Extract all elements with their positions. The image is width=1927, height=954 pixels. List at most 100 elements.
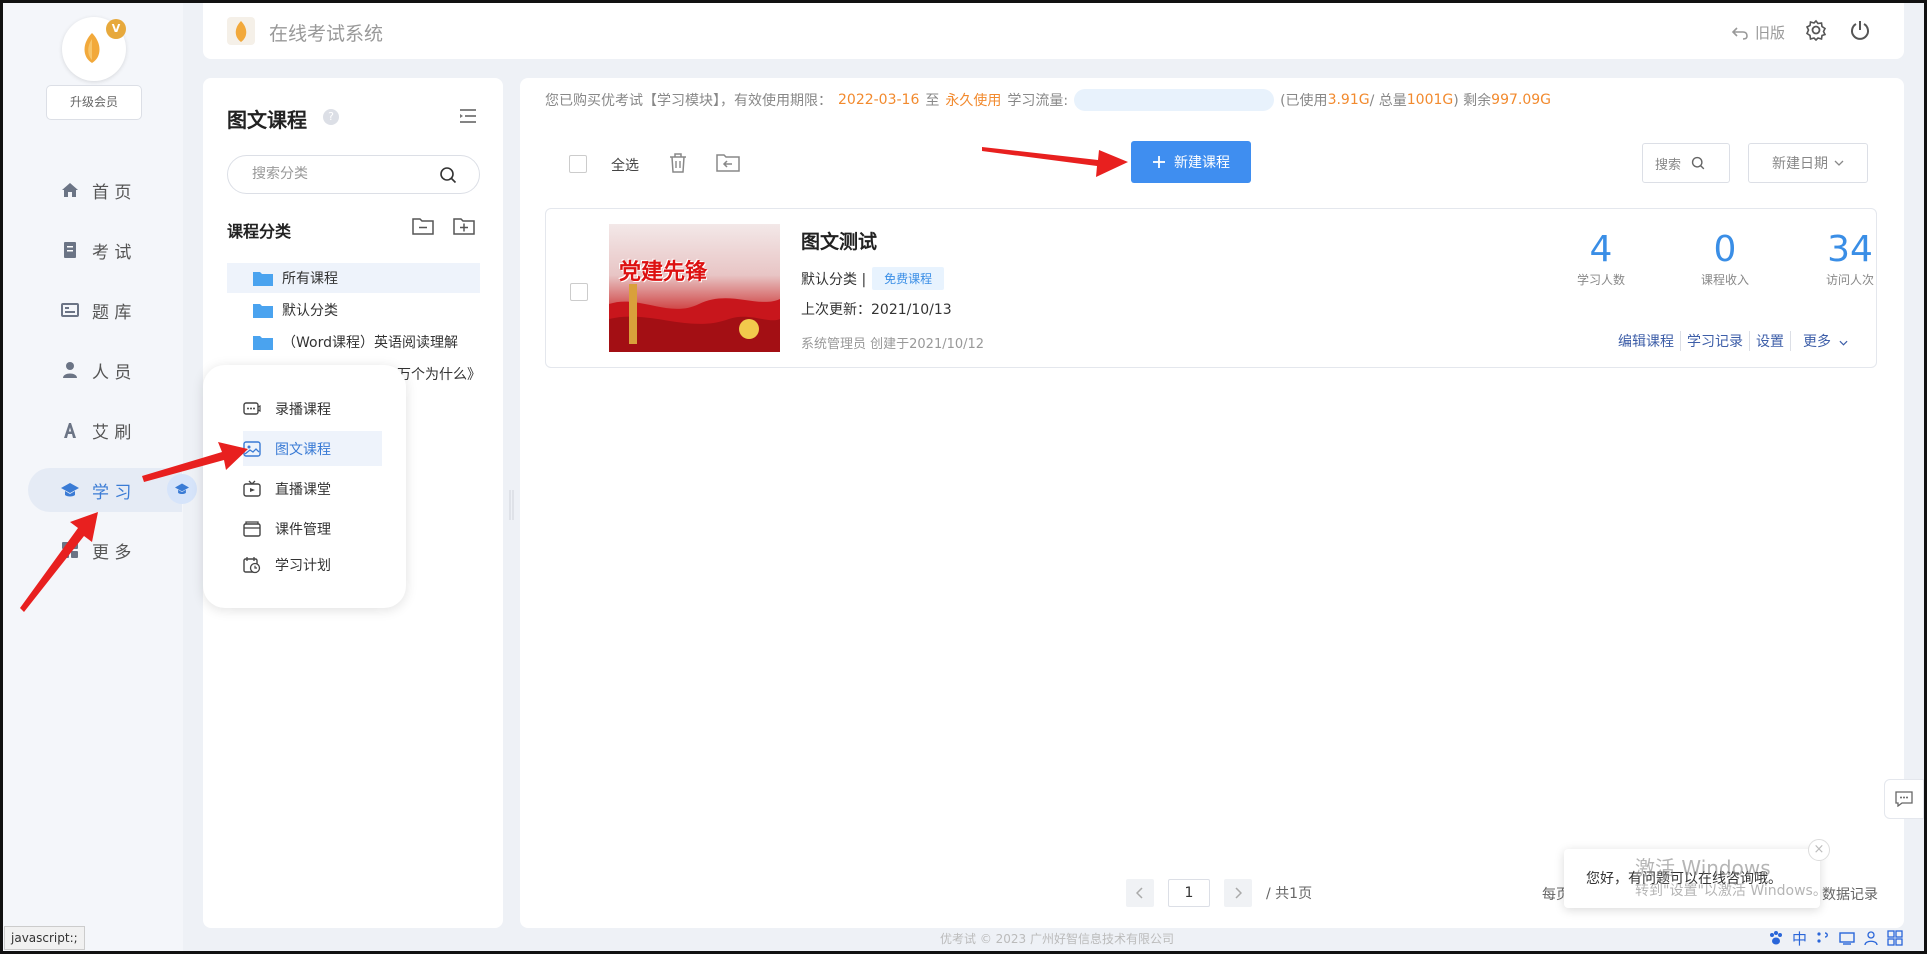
search-icon[interactable] [439,166,457,184]
ime-chinese-toggle[interactable]: 中 [1792,928,1807,949]
notice-used-prefix: (已使用 [1280,93,1328,109]
grid-icon[interactable] [1887,930,1903,946]
vip-crown-icon: V [106,19,126,39]
menu-item-live-class[interactable]: 直播课堂 [243,471,382,506]
tree-item-word-english[interactable]: （Word课程）英语阅读理解 [227,327,480,357]
study-hat-badge-icon [167,474,197,504]
notice-traffic-label: 学习流量: [1007,93,1069,109]
course-title[interactable]: 图文测试 [801,227,877,254]
nav-item-label: 题 库 [92,302,132,323]
study-plan-icon [243,556,261,573]
paw-icon[interactable] [1768,930,1784,946]
pagination: 1 / 共1页 [1126,879,1312,907]
data-record-link[interactable]: 数据记录 [1822,884,1878,904]
nav-item-personnel[interactable]: 人 员 [28,348,182,392]
panel-resize-handle[interactable] [508,490,516,520]
nav-item-study[interactable]: 学 习 [28,468,182,512]
chevron-left-icon [1136,887,1143,899]
keyboard-icon[interactable] [1839,930,1855,946]
tree-item-label: 所有课程 [282,271,338,287]
notice-remain-prefix: ) 剩余 [1453,93,1492,109]
gear-icon[interactable] [1805,19,1827,41]
nav-item-aishua[interactable]: 艾 刷 [28,408,182,452]
nav-item-question-bank[interactable]: 题 库 [28,288,182,332]
edit-course-link[interactable]: 编辑课程 [1612,331,1680,351]
menu-item-study-plan[interactable]: 学习计划 [243,547,382,582]
tree-item-default[interactable]: 默认分类 [227,295,480,325]
select-all-checkbox[interactable] [569,155,587,173]
help-icon[interactable]: ? [323,109,339,125]
stat-learners: 4 学习人数 [1546,229,1656,288]
nav-item-exam[interactable]: 考 试 [28,228,182,272]
folder-icon [253,304,273,318]
next-page-button[interactable] [1224,879,1252,907]
folder-minus-icon[interactable] [412,216,434,236]
main-panel: 您已购买优考试【学习模块】，有效使用期限： 2022-03-16 至 永久使用 … [520,78,1904,928]
windows-activation-watermark: 激活 Windows [1635,856,1771,880]
close-icon[interactable]: × [1808,839,1830,861]
course-search-button[interactable]: 搜索 [1642,143,1730,183]
folder-icon [253,272,273,286]
person-icon [60,360,80,380]
menu-item-label: 录播课程 [275,401,331,418]
collapse-menu-icon[interactable] [458,106,478,126]
side-chat-button[interactable] [1884,779,1924,819]
notice-used: 3.91G [1327,92,1370,108]
prev-page-button[interactable] [1126,879,1154,907]
course-category-row: 默认分类 | 免费课程 [801,267,945,290]
trash-icon[interactable] [666,151,690,175]
menu-item-recorded-course[interactable]: 录播课程 [243,391,382,426]
menu-item-image-text-course[interactable]: 图文课程 [243,431,382,466]
course-checkbox[interactable] [570,283,588,301]
logo-leaf-icon [84,33,100,63]
nav-item-label: 考 试 [92,242,132,263]
search-label: 搜索 [1655,157,1682,173]
search-icon [1691,156,1705,170]
user-icon[interactable] [1863,930,1879,946]
menu-item-courseware[interactable]: 课件管理 [243,511,382,546]
chevron-down-icon [1834,160,1844,166]
nav-item-label: 更 多 [92,542,132,563]
more-icon [60,540,80,560]
notice-total: 1001G [1406,92,1454,108]
nav-item-label: 艾 刷 [92,422,132,443]
traffic-usage-bar [1074,89,1275,111]
page-total: / 共1页 [1266,886,1313,902]
menu-item-label: 学习计划 [275,557,331,574]
module-notice: 您已购买优考试【学习模块】，有效使用期限： 2022-03-16 至 永久使用 … [545,89,1551,111]
nav-item-home[interactable]: 首 页 [28,168,182,212]
course-category: 默认分类 | [801,271,867,288]
sort-dropdown[interactable]: 新建日期 [1748,143,1868,183]
app-title: 在线考试系统 [269,23,384,45]
stat-label: 课程收入 [1700,273,1749,287]
more-dropdown[interactable]: 更多 [1790,331,1854,351]
course-thumbnail[interactable]: 党建先锋 [609,224,780,352]
upgrade-member-button[interactable]: 升级会员 [46,85,142,120]
chevron-right-icon [1235,887,1242,899]
power-icon[interactable] [1849,19,1871,41]
stat-value: 0 [1713,229,1737,270]
free-course-tag: 免费课程 [872,267,945,290]
tree-item-all-courses[interactable]: 所有课程 [227,263,480,293]
old-version-link[interactable]: 旧版 [1731,22,1785,43]
stat-visits: 34 访问人次 [1795,229,1905,288]
page-number-input[interactable]: 1 [1168,879,1210,907]
question-bank-icon [60,300,80,320]
new-course-button[interactable]: 新建课程 [1131,141,1251,183]
select-all-label[interactable]: 全选 [611,155,639,175]
folder-plus-icon[interactable] [453,216,475,236]
settings-link[interactable]: 设置 [1749,331,1790,351]
category-search-box [227,155,480,194]
nav-item-more[interactable]: 更 多 [28,528,182,572]
stat-income: 0 课程收入 [1670,229,1780,288]
study-record-link[interactable]: 学习记录 [1680,331,1749,351]
image-text-icon [243,440,261,457]
home-icon [60,180,80,200]
category-search-input[interactable] [252,166,432,182]
course-card[interactable]: 党建先锋 图文测试 默认分类 | 免费课程 上次更新：2021/10/13 系统… [545,208,1877,368]
app-logo[interactable]: V [62,17,126,81]
punctuation-icon[interactable] [1815,930,1831,946]
course-updated: 上次更新：2021/10/13 [801,302,952,318]
thumbnail-caption: 党建先锋 [619,260,708,285]
move-to-folder-icon[interactable] [715,153,741,173]
